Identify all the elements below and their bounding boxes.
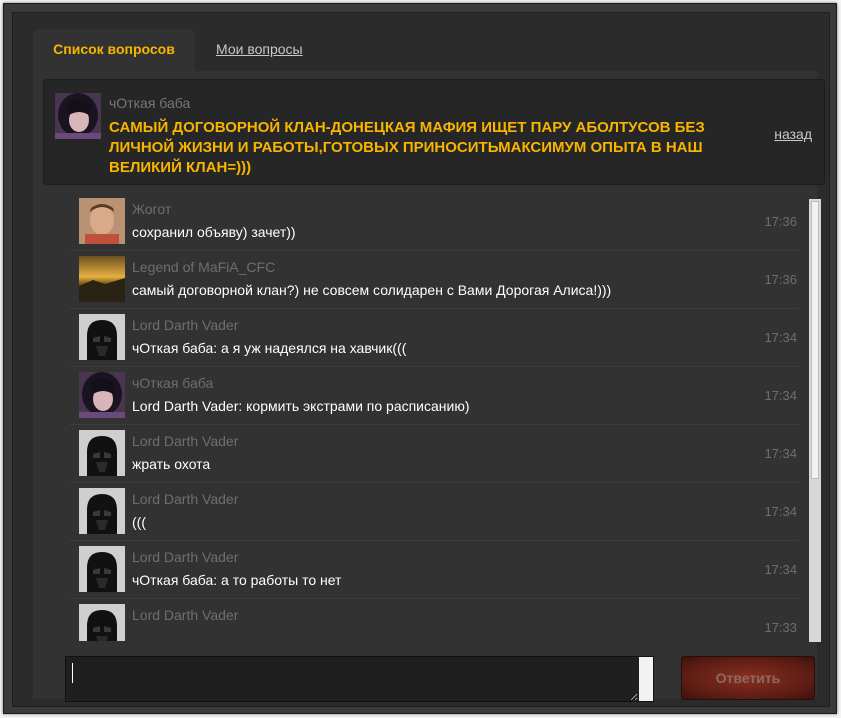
text-caret [72, 663, 73, 683]
avatar[interactable] [79, 198, 125, 244]
avatar[interactable] [79, 256, 125, 302]
message-author: Жогот [132, 201, 172, 217]
message-text: чОткая баба: а то работы то нет [132, 572, 342, 588]
message-author: Lord Darth Vader [132, 317, 239, 333]
message-time: 17:34 [764, 504, 797, 519]
message-author: чОткая баба [132, 375, 214, 391]
list-item: Lord Darth Vader 17:33 [69, 599, 799, 641]
message-text: жрать охота [132, 456, 211, 472]
avatar[interactable] [79, 488, 125, 534]
back-link[interactable]: назад [774, 126, 812, 142]
message-text: ((( [132, 514, 146, 530]
input-scrollbar[interactable] [639, 657, 653, 701]
list-item: Lord Darth Vader чОткая баба: а то работ… [69, 541, 799, 599]
reply-input[interactable] [66, 657, 638, 701]
message-text: чОткая баба: а я уж надеялся на хавчик((… [132, 340, 407, 356]
list-item: Lord Darth Vader ((( 17:34 [69, 483, 799, 541]
message-author: Legend of MaFiA_CFC [132, 259, 276, 275]
message-text: сохранил объяву) зачет)) [132, 224, 296, 240]
message-time: 17:33 [764, 620, 797, 635]
message-time: 17:36 [764, 272, 797, 287]
question-card: чОткая баба САМЫЙ ДОГОВОРНОЙ КЛАН-ДОНЕЦК… [43, 79, 825, 185]
list-item: чОткая баба Lord Darth Vader: кормить эк… [69, 367, 799, 425]
message-author: Lord Darth Vader [132, 607, 239, 623]
message-time: 17:34 [764, 388, 797, 403]
avatar[interactable] [55, 93, 101, 139]
avatar[interactable] [79, 430, 125, 476]
messages-list[interactable]: Жогот сохранил объяву) зачет)) 17:36 Leg… [69, 193, 815, 641]
message-text: самый договорной клан?) не совсем солида… [132, 282, 612, 298]
tab-questions-list[interactable]: Список вопросов [33, 29, 195, 73]
avatar[interactable] [79, 546, 125, 592]
messages-scrollbar[interactable] [809, 199, 821, 642]
reply-button[interactable]: Ответить [681, 656, 815, 700]
reply-input-wrapper [65, 656, 654, 702]
list-item: Жогот сохранил объяву) зачет)) 17:36 [69, 193, 799, 251]
avatar[interactable] [79, 604, 125, 641]
list-item: Legend of MaFiA_CFC самый договорной кла… [69, 251, 799, 309]
list-item: Lord Darth Vader чОткая баба: а я уж над… [69, 309, 799, 367]
message-author: Lord Darth Vader [132, 549, 239, 565]
message-time: 17:34 [764, 446, 797, 461]
message-text: Lord Darth Vader: кормить экстрами по ра… [132, 398, 470, 414]
avatar[interactable] [79, 314, 125, 360]
scrollbar-thumb[interactable] [811, 201, 819, 479]
window-body: Список вопросов Мои вопросы чОткая баба … [12, 12, 830, 707]
message-time: 17:34 [764, 330, 797, 345]
message-time: 17:36 [764, 214, 797, 229]
questions-window: ✕ Список вопросов Мои вопросы чОткая баб… [3, 3, 837, 714]
question-author: чОткая баба [109, 95, 191, 111]
content-panel: чОткая баба САМЫЙ ДОГОВОРНОЙ КЛАН-ДОНЕЦК… [33, 71, 825, 702]
tab-my-questions[interactable]: Мои вопросы [216, 29, 303, 69]
question-text: САМЫЙ ДОГОВОРНОЙ КЛАН-ДОНЕЦКАЯ МАФИЯ ИЩЕ… [109, 119, 705, 176]
message-author: Lord Darth Vader [132, 491, 239, 507]
message-author: Lord Darth Vader [132, 433, 239, 449]
avatar[interactable] [79, 372, 125, 418]
message-time: 17:34 [764, 562, 797, 577]
list-item: Lord Darth Vader жрать охота 17:34 [69, 425, 799, 483]
